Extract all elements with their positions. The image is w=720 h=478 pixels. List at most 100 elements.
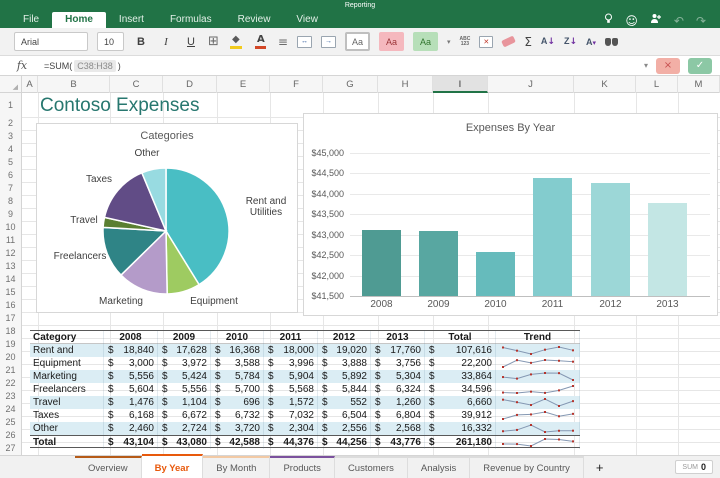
table-header-2011[interactable]: 2011 — [264, 331, 318, 344]
table-cell-total-label[interactable]: Total — [30, 436, 104, 449]
table-cell-value[interactable]: $5,556 — [158, 383, 211, 396]
merge-cells-button[interactable]: ↔ — [297, 36, 312, 48]
table-cell-value[interactable]: $6,504 — [318, 409, 371, 422]
fill-color-button[interactable]: ◆ — [228, 35, 244, 49]
filter-button[interactable]: A▾ — [586, 37, 596, 47]
column-header-C[interactable]: C — [110, 76, 163, 93]
column-header-K[interactable]: K — [574, 76, 636, 93]
table-cell-value[interactable]: $261,180 — [425, 436, 496, 449]
cell-style-bad-button[interactable]: Aa — [379, 32, 404, 51]
table-cell-value[interactable]: $696 — [211, 396, 264, 409]
redo-icon[interactable]: ↷ — [696, 14, 706, 28]
table-cell-value[interactable]: $6,660 — [425, 396, 496, 409]
table-cell-trend[interactable] — [496, 409, 580, 422]
add-sheet-button[interactable]: + — [584, 456, 616, 478]
select-all-corner[interactable]: ◢ — [0, 76, 22, 93]
column-header-L[interactable]: L — [636, 76, 678, 93]
smiley-icon[interactable]: ☺ — [625, 14, 638, 28]
bar-2012[interactable] — [591, 183, 630, 296]
table-cell-value[interactable]: $43,104 — [104, 436, 158, 449]
table-cell-value[interactable]: $19,020 — [318, 344, 371, 357]
cell-styles-expand-chevron[interactable]: ▾ — [447, 38, 451, 46]
table-cell-value[interactable]: $5,304 — [371, 370, 425, 383]
font-name-select[interactable]: Arial — [14, 32, 88, 51]
ribbon-tab-file[interactable]: File — [10, 12, 52, 28]
table-cell-value[interactable]: $22,200 — [425, 357, 496, 370]
table-cell-value[interactable]: $1,260 — [371, 396, 425, 409]
ribbon-tab-formulas[interactable]: Formulas — [157, 12, 225, 28]
row-header-11[interactable]: 11 — [0, 234, 21, 247]
clear-formats-button[interactable] — [501, 36, 516, 48]
bold-button[interactable]: B — [133, 36, 149, 48]
table-cell-value[interactable]: $16,368 — [211, 344, 264, 357]
cell-style-normal-button[interactable]: Aa — [345, 32, 370, 51]
bar-2011[interactable] — [533, 178, 572, 296]
formula-input[interactable]: =SUM( C38:H38 ) — [44, 60, 121, 72]
column-header-D[interactable]: D — [163, 76, 217, 93]
table-cell-value[interactable]: $18,840 — [104, 344, 158, 357]
bar-chart-panel[interactable]: Expenses By Year$41,500$42,000$42,500$43… — [303, 113, 718, 316]
row-header-19[interactable]: 19 — [0, 338, 21, 351]
table-cell-value[interactable]: $5,784 — [211, 370, 264, 383]
column-header-I[interactable]: I — [433, 76, 488, 93]
row-header-5[interactable]: 5 — [0, 156, 21, 169]
pie-chart-panel[interactable]: CategoriesRent and UtilitiesEquipmentMar… — [36, 123, 298, 313]
sort-descending-button[interactable]: Z↓ — [564, 36, 577, 47]
column-header-J[interactable]: J — [488, 76, 574, 93]
formula-expand-chevron[interactable]: ▾ — [644, 61, 648, 70]
row-header-23[interactable]: 23 — [0, 390, 21, 403]
table-cell-value[interactable]: $1,572 — [264, 396, 318, 409]
table-cell-category[interactable]: Rent and Utilities — [30, 344, 104, 357]
table-cell-value[interactable]: $17,628 — [158, 344, 211, 357]
ribbon-tab-view[interactable]: View — [283, 12, 331, 28]
sheet-tab-revenue-by-country[interactable]: Revenue by Country — [470, 456, 584, 478]
share-icon[interactable] — [650, 13, 662, 28]
table-header-2010[interactable]: 2010 — [211, 331, 264, 344]
insert-cells-button[interactable]: → — [321, 36, 336, 48]
row-header-8[interactable]: 8 — [0, 195, 21, 208]
find-button[interactable] — [605, 38, 618, 46]
table-cell-value[interactable]: $44,256 — [318, 436, 371, 449]
table-cell-value[interactable]: $43,776 — [371, 436, 425, 449]
table-header-2008[interactable]: 2008 — [104, 331, 158, 344]
table-cell-category[interactable]: Equipment — [30, 357, 104, 370]
table-header-2012[interactable]: 2012 — [318, 331, 371, 344]
column-header-A[interactable]: A — [22, 76, 38, 93]
number-format-button[interactable]: ABC123 — [459, 37, 470, 47]
ribbon-tab-review[interactable]: Review — [225, 12, 284, 28]
column-header-E[interactable]: E — [217, 76, 270, 93]
row-header-16[interactable]: 16 — [0, 299, 21, 312]
row-header-25[interactable]: 25 — [0, 416, 21, 429]
bar-2010[interactable] — [476, 252, 515, 296]
row-header-17[interactable]: 17 — [0, 312, 21, 325]
ribbon-tab-insert[interactable]: Insert — [106, 12, 157, 28]
table-cell-value[interactable]: $18,000 — [264, 344, 318, 357]
table-cell-value[interactable]: $2,304 — [264, 422, 318, 435]
spreadsheet-grid[interactable]: 1234567891011121314151617181920212223242… — [0, 93, 720, 457]
ribbon-tab-home[interactable]: Home — [52, 12, 106, 28]
table-header-2013[interactable]: 2013 — [371, 331, 425, 344]
cell-style-good-button[interactable]: Aa — [413, 32, 438, 51]
table-cell-category[interactable]: Travel — [30, 396, 104, 409]
table-cell-trend[interactable] — [496, 370, 580, 383]
sheet-tab-overview[interactable]: Overview — [75, 456, 142, 478]
row-header-7[interactable]: 7 — [0, 182, 21, 195]
table-cell-value[interactable]: $2,460 — [104, 422, 158, 435]
table-header-category[interactable]: Category — [30, 331, 104, 344]
font-size-select[interactable]: 10 — [97, 32, 124, 51]
row-header-27[interactable]: 27 — [0, 442, 21, 455]
table-header-total[interactable]: Total — [425, 331, 496, 344]
table-cell-value[interactable]: $39,912 — [425, 409, 496, 422]
sheet-tab-products[interactable]: Products — [270, 456, 335, 478]
table-cell-value[interactable]: $6,804 — [371, 409, 425, 422]
table-cell-value[interactable]: $3,588 — [211, 357, 264, 370]
row-header-14[interactable]: 14 — [0, 273, 21, 286]
column-header-H[interactable]: H — [378, 76, 433, 93]
table-cell-value[interactable]: $17,760 — [371, 344, 425, 357]
column-header-B[interactable]: B — [38, 76, 110, 93]
delete-cells-button[interactable]: ✕ — [479, 36, 493, 48]
table-cell-value[interactable]: $3,888 — [318, 357, 371, 370]
aggregate-status-pill[interactable]: SUM0 — [675, 460, 713, 474]
table-cell-trend[interactable] — [496, 383, 580, 396]
column-header-F[interactable]: F — [270, 76, 323, 93]
